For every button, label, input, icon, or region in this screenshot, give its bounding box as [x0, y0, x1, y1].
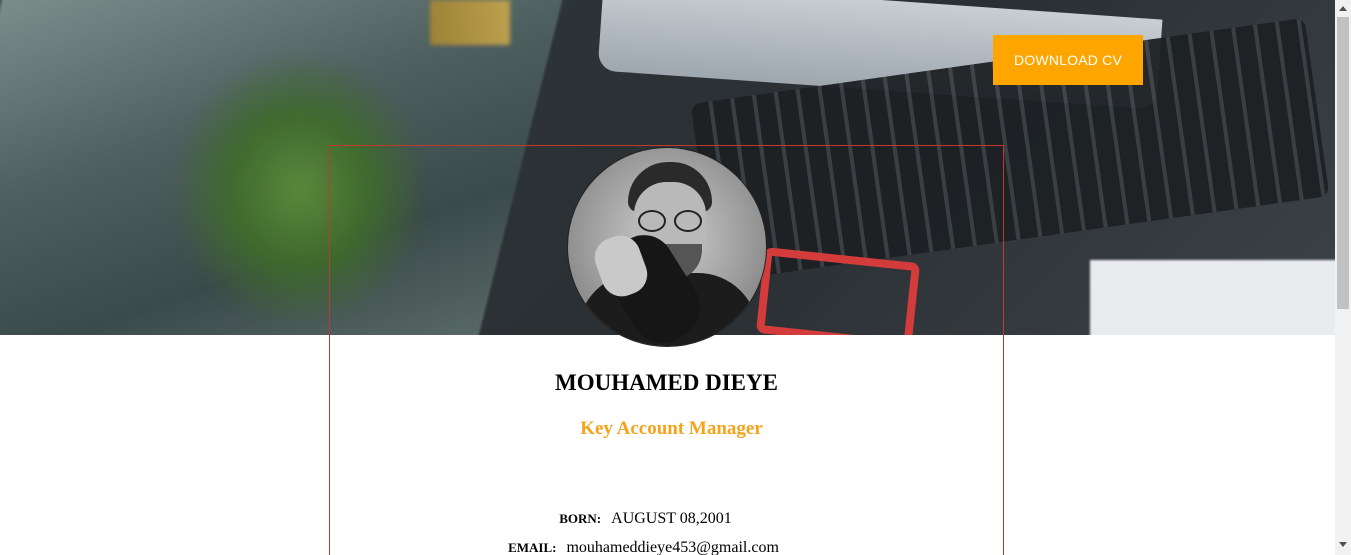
profile-role: Key Account Manager	[580, 418, 763, 439]
vertical-scrollbar[interactable]	[1335, 0, 1351, 555]
page: DOWNLOAD CV MOUHAMED DIEYE Key Account M…	[0, 0, 1351, 555]
scroll-down-arrow-icon[interactable]	[1339, 542, 1347, 547]
scroll-thumb[interactable]	[1337, 17, 1349, 309]
email-label: EMAIL:	[508, 540, 557, 555]
pencil-image	[430, 0, 510, 45]
profile-name: MOUHAMED DIEYE	[555, 370, 778, 395]
born-row: BORN: AUGUST 08,2001	[308, 510, 983, 528]
download-cv-button[interactable]: DOWNLOAD CV	[993, 35, 1143, 85]
avatar-glasses-left	[638, 210, 666, 232]
profile-avatar	[567, 147, 767, 347]
scroll-up-arrow-icon[interactable]	[1339, 6, 1347, 11]
email-row: EMAIL: mouhameddieye453@gmail.com	[306, 539, 981, 555]
born-value: AUGUST 08,2001	[611, 510, 732, 527]
email-value[interactable]: mouhameddieye453@gmail.com	[566, 539, 778, 555]
paper-image	[1090, 260, 1335, 335]
avatar-glasses-right	[674, 210, 702, 232]
born-label: BORN:	[559, 511, 602, 526]
